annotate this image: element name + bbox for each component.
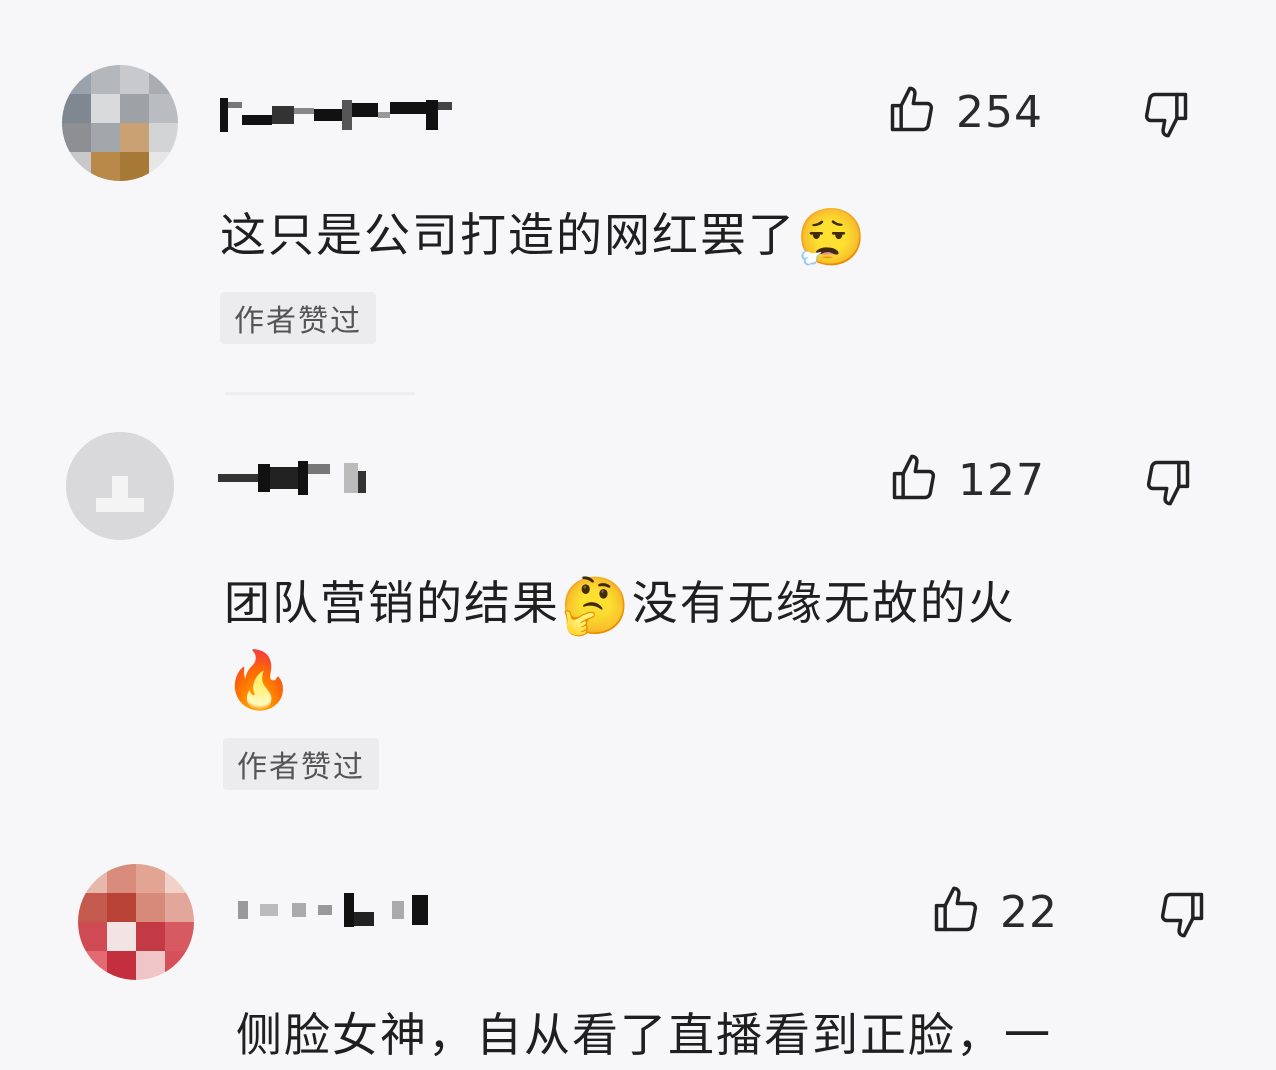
like-button[interactable]: 254 [886,84,1043,140]
divider [225,392,415,395]
comment-text: 侧脸女神，自从看了直播看到正脸，一 [236,1008,1052,1062]
comment-text: 这只是公司打造的网红罢了😮‍💨 [220,200,868,274]
thumbs-down-icon [1140,92,1192,144]
author-liked-badge: 作者赞过 [220,292,376,344]
thumbs-down-icon [1156,892,1208,944]
like-count: 254 [956,86,1043,138]
comment-text: 团队营销的结果🤔没有无缘无故的火 🔥 [224,568,1204,716]
thinking-face-emoji: 🤔 [560,574,632,639]
dislike-button[interactable] [1142,456,1194,512]
default-user-icon [66,432,174,540]
avatar[interactable] [62,65,178,181]
thumbs-up-icon [930,884,982,940]
username-redacted[interactable] [218,458,366,498]
username-redacted[interactable] [238,890,428,930]
username-redacted[interactable] [220,95,452,135]
thumbs-down-icon [1142,460,1194,512]
dislike-button[interactable] [1156,888,1208,944]
comment-text-main: 这只是公司打造的网红罢了 [220,208,796,262]
dislike-button[interactable] [1140,88,1192,144]
avatar[interactable] [66,432,174,540]
like-count: 22 [1000,886,1058,938]
like-button[interactable]: 22 [930,884,1058,940]
thumbs-up-icon [888,452,940,508]
fire-emoji: 🔥 [224,648,296,713]
avatar[interactable] [78,864,194,980]
like-button[interactable]: 127 [888,452,1045,508]
sighing-face-emoji: 😮‍💨 [796,206,868,271]
like-count: 127 [958,454,1045,506]
thumbs-up-icon [886,84,938,140]
comment-text-part2: 没有无缘无故的火 [631,576,1016,630]
comment-text-part1: 团队营销的结果 [224,576,560,630]
author-liked-badge: 作者赞过 [223,738,379,790]
